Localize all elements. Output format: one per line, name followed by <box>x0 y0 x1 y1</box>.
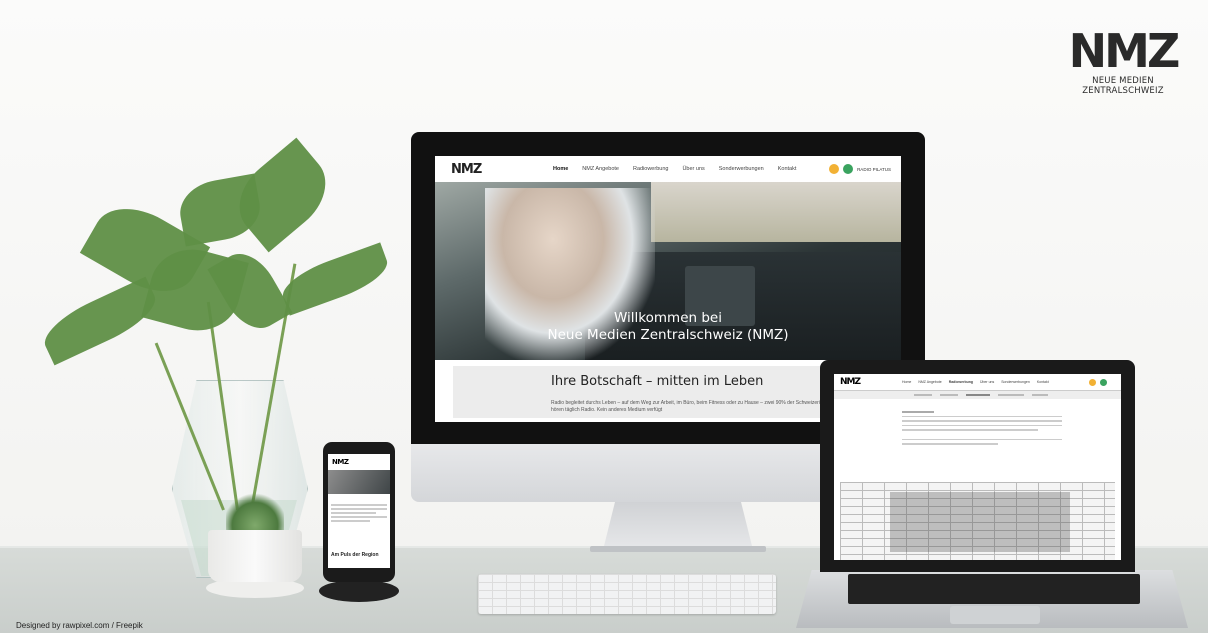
section-heading: Ihre Botschaft – mitten im Leben <box>551 374 764 389</box>
nav-item-kontakt[interactable]: Kontakt <box>778 166 797 172</box>
schedule-highlight <box>890 492 1070 552</box>
laptop-partner-icon <box>1089 378 1096 386</box>
phone-body-text <box>331 502 387 524</box>
schedule-table <box>840 482 1115 560</box>
laptop-site-navbar: NMZ Home NMZ Angebote Radiowerbung Über … <box>834 374 1121 391</box>
partner-logos: RADIO PILATUS <box>829 164 891 174</box>
partner-radio-pilatus: RADIO PILATUS <box>857 166 891 172</box>
subnav-item[interactable] <box>998 394 1024 396</box>
laptop-site-logo[interactable]: NMZ <box>840 377 888 387</box>
phone-screen: NMZ Am Puls der Region <box>328 454 390 568</box>
laptop-trackpad <box>950 606 1040 624</box>
image-credit: Designed by rawpixel.com / Freepik <box>16 621 143 630</box>
laptop-nav-item-radiowerbung[interactable]: Radiowerbung <box>949 380 973 384</box>
laptop-nav-item-angebote[interactable]: NMZ Angebote <box>918 380 941 384</box>
nav-item-home[interactable]: Home <box>553 166 568 172</box>
laptop-nav-item-ueber-uns[interactable]: Über uns <box>980 380 994 384</box>
succulent <box>226 490 284 534</box>
subnav-item[interactable] <box>940 394 958 396</box>
nav-item-angebote[interactable]: NMZ Angebote <box>582 166 619 172</box>
laptop-subnav <box>834 391 1121 399</box>
site-navbar: NMZ Home NMZ Angebote Radiowerbung Über … <box>435 156 901 183</box>
site-nav-menu: Home NMZ Angebote Radiowerbung Über uns … <box>553 166 796 172</box>
partner-logo-icon <box>843 164 854 174</box>
phone-site-logo: NMZ <box>332 458 349 466</box>
nav-item-ueber-uns[interactable]: Über uns <box>682 166 704 172</box>
imac-foot <box>590 546 766 552</box>
brand-tagline: NEUE MEDIEN ZENTRALSCHWEIZ <box>1082 76 1164 96</box>
nav-item-radiowerbung[interactable]: Radiowerbung <box>633 166 668 172</box>
subnav-item[interactable] <box>1032 394 1048 396</box>
laptop-nav-item-home[interactable]: Home <box>902 380 911 384</box>
phone-stand <box>319 580 399 602</box>
keyboard <box>478 574 776 614</box>
phone-heading: Am Puls der Region <box>331 552 379 558</box>
phone-hero-image <box>328 470 390 494</box>
plant-pot <box>208 530 302 582</box>
laptop-nav-item-kontakt[interactable]: Kontakt <box>1037 380 1049 384</box>
hero-road <box>651 182 901 242</box>
nav-item-sonderwerbungen[interactable]: Sonderwerbungen <box>719 166 764 172</box>
subnav-item[interactable] <box>914 394 932 396</box>
laptop-partner-icon <box>1100 378 1107 386</box>
smartphone: NMZ Am Puls der Region <box>323 442 395 582</box>
laptop-screen: NMZ Home NMZ Angebote Radiowerbung Über … <box>834 374 1121 560</box>
laptop-nav-menu: Home NMZ Angebote Radiowerbung Über uns … <box>902 380 1049 384</box>
hero-title: Willkommen bei Neue Medien Zentralschwei… <box>435 310 901 344</box>
site-logo[interactable]: NMZ <box>451 162 541 177</box>
partner-logo-icon <box>829 164 840 174</box>
imac-stand <box>603 502 753 550</box>
hero-title-line1: Willkommen bei <box>614 310 722 326</box>
laptop-body-text <box>902 408 1062 448</box>
laptop: NMZ Home NMZ Angebote Radiowerbung Über … <box>820 360 1135 572</box>
hero-image: Willkommen bei Neue Medien Zentralschwei… <box>435 182 901 360</box>
brand-mark: NMZ <box>1068 24 1181 78</box>
laptop-nav-item-sonderwerbungen[interactable]: Sonderwerbungen <box>1001 380 1030 384</box>
brand-logo: NMZ NEUE MEDIEN ZENTRALSCHWEIZ <box>1052 24 1194 96</box>
laptop-keyboard <box>848 574 1140 604</box>
hero-title-line2: Neue Medien Zentralschweiz (NMZ) <box>547 327 789 343</box>
subnav-item[interactable] <box>966 394 990 396</box>
